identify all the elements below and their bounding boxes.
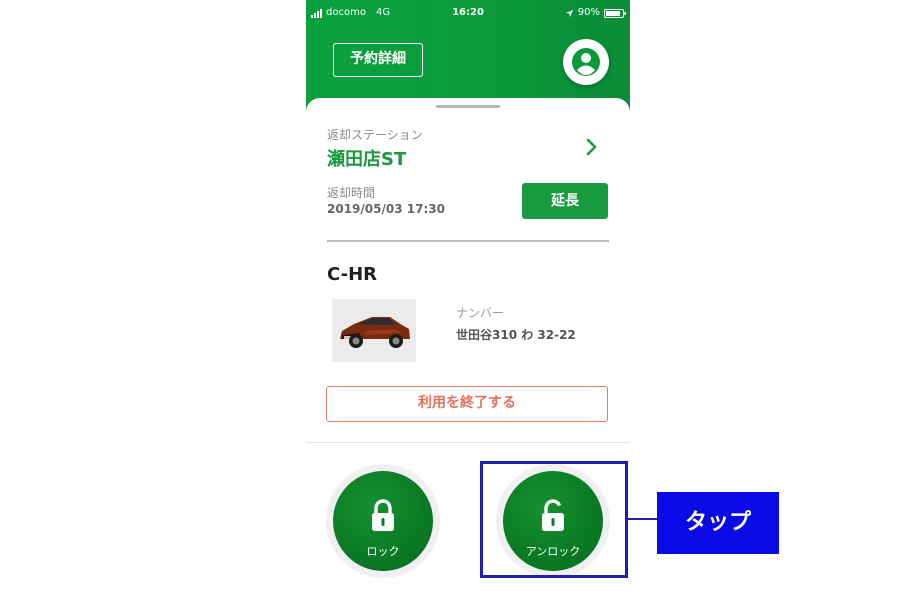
drag-handle[interactable] <box>436 105 500 108</box>
status-right: 90% <box>565 4 626 22</box>
location-arrow-icon <box>565 9 573 17</box>
section-divider <box>327 240 609 242</box>
return-station-label: 返却ステーション <box>327 128 423 142</box>
car-model-name: C-HR <box>327 264 378 285</box>
lock-label: ロック <box>366 545 400 558</box>
reservation-detail-button[interactable]: 予約詳細 <box>333 43 423 77</box>
unlock-highlight-frame <box>480 461 628 578</box>
extend-button[interactable]: 延長 <box>522 183 608 219</box>
tap-callout: タップ <box>657 492 779 554</box>
user-icon <box>572 48 600 76</box>
return-time-value: 2019/05/03 17:30 <box>327 202 445 216</box>
car-image <box>332 299 416 362</box>
status-bar: docomo 4G 16:20 90% <box>306 4 630 22</box>
lock-icon <box>372 499 394 531</box>
account-button[interactable] <box>563 39 609 85</box>
bottom-divider <box>306 442 630 443</box>
return-station-name[interactable]: 瀬田店ST <box>327 145 406 171</box>
lock-button[interactable]: ロック <box>326 464 440 578</box>
callout-connector <box>628 518 658 520</box>
end-usage-button[interactable]: 利用を終了する <box>326 386 608 422</box>
plate-number: 世田谷310 わ 32-22 <box>456 328 576 342</box>
return-time-label: 返却時間 <box>327 186 376 200</box>
lock-button-face: ロック <box>333 471 433 571</box>
battery-percent: 90% <box>577 7 600 18</box>
chevron-right-icon[interactable] <box>582 136 602 158</box>
battery-icon <box>604 8 626 18</box>
plate-label: ナンバー <box>456 306 505 320</box>
